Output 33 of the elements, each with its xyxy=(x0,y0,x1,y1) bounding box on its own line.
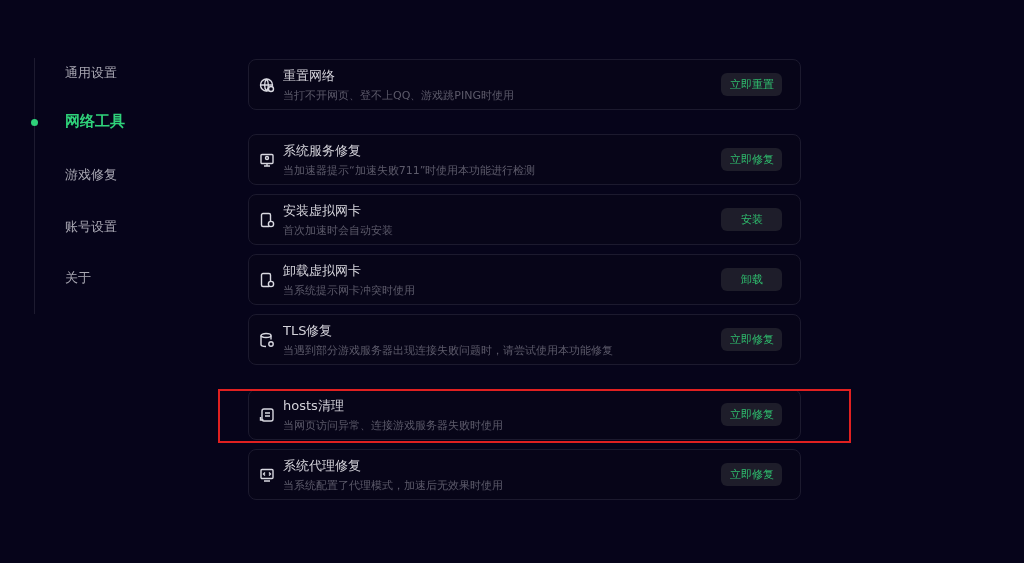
tool-icon xyxy=(259,211,275,228)
sidebar-item[interactable]: 网络工具 xyxy=(65,112,125,132)
tool-icon xyxy=(259,76,275,93)
tool-icon xyxy=(259,331,275,348)
tool-description: 当遇到部分游戏服务器出现连接失败问题时，请尝试使用本功能修复 xyxy=(283,342,614,358)
sidebar-item[interactable]: 游戏修复 xyxy=(65,166,117,185)
action-button[interactable]: 立即修复 xyxy=(721,148,782,171)
tool-icon xyxy=(259,271,275,288)
tool-icon xyxy=(259,406,275,423)
tool-title: 系统代理修复 xyxy=(283,456,362,475)
sidebar-item[interactable]: 关于 xyxy=(65,268,91,287)
action-button[interactable]: 安装 xyxy=(721,208,782,231)
tool-description: 当加速器提示“加速失败711”时使用本功能进行检测 xyxy=(283,162,537,178)
action-button[interactable]: 立即修复 xyxy=(721,403,782,426)
action-button[interactable]: 立即修复 xyxy=(721,463,782,486)
tool-title: hosts清理 xyxy=(283,396,345,415)
tool-title: 重置网络 xyxy=(283,66,336,85)
tool-title: 卸载虚拟网卡 xyxy=(283,261,362,280)
tool-icon xyxy=(259,151,275,168)
sidebar-item[interactable]: 账号设置 xyxy=(65,217,117,236)
tool-title: TLS修复 xyxy=(283,321,334,340)
tool-title: 系统服务修复 xyxy=(283,141,362,160)
tool-description: 当系统配置了代理模式，加速后无效果时使用 xyxy=(283,477,504,493)
tool-icon xyxy=(259,466,275,483)
sidebar-item[interactable]: 通用设置 xyxy=(65,64,117,82)
tool-description: 首次加速时会自动安装 xyxy=(283,222,394,238)
tool-description: 当系统提示网卡冲突时使用 xyxy=(283,282,416,298)
tool-description: 当网页访问异常、连接游戏服务器失败时使用 xyxy=(283,417,504,433)
tool-title: 安装虚拟网卡 xyxy=(283,201,362,220)
tool-description: 当打不开网页、登不上QQ、游戏跳PING时使用 xyxy=(283,87,515,103)
action-button[interactable]: 立即重置 xyxy=(721,73,782,96)
action-button[interactable]: 立即修复 xyxy=(721,328,782,351)
action-button[interactable]: 卸载 xyxy=(721,268,782,291)
